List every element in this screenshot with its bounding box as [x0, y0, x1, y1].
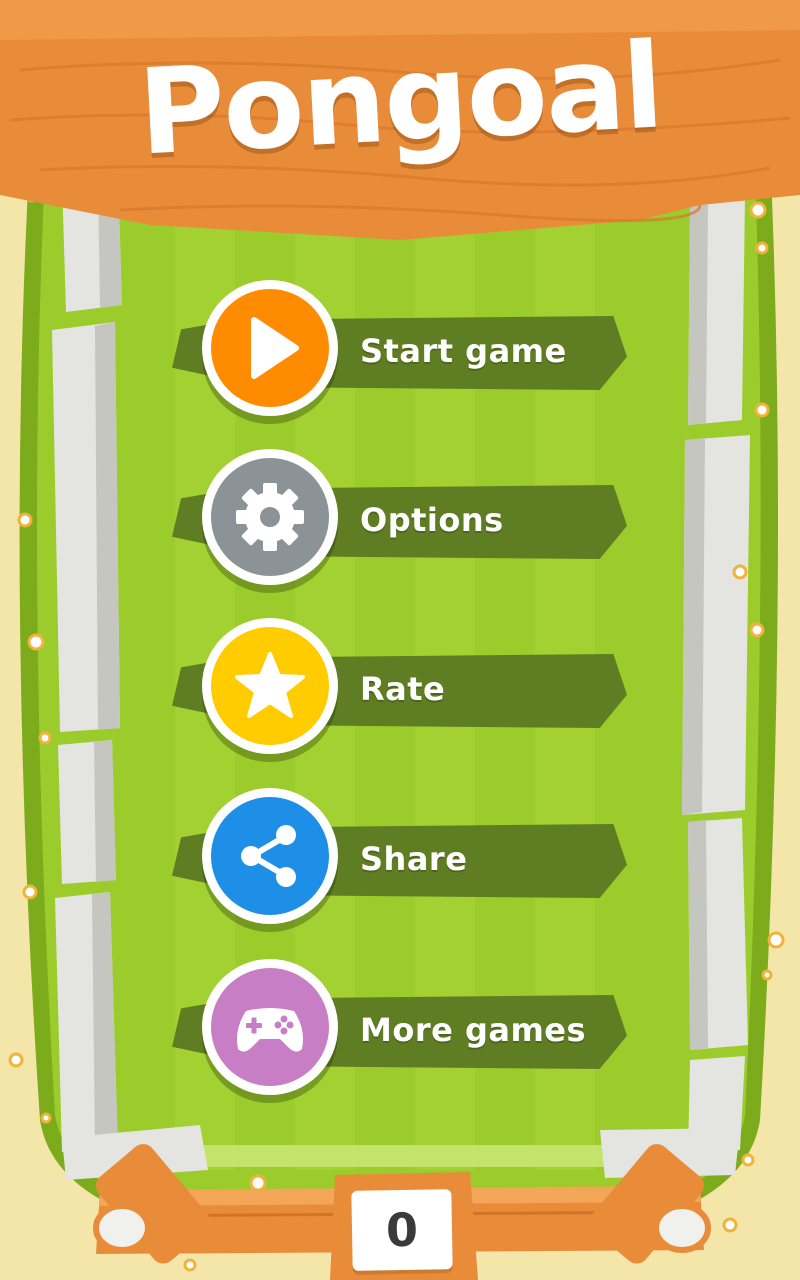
share-icon [241, 825, 296, 887]
options-icon-badge [202, 449, 338, 585]
start-game-label: Start game [360, 332, 567, 370]
star-icon [235, 652, 305, 718]
share-label: Share [360, 840, 468, 878]
play-icon [251, 317, 299, 379]
more-games-button[interactable]: More games [172, 957, 632, 1097]
more-games-icon-badge [202, 959, 338, 1095]
rate-button[interactable]: Rate [172, 616, 632, 756]
start-game-icon-badge [202, 280, 338, 416]
rate-icon-badge [202, 618, 338, 754]
start-game-button[interactable]: Start game [172, 278, 632, 418]
gear-icon [236, 483, 304, 551]
rate-label: Rate [360, 670, 446, 708]
more-games-label: More games [360, 1011, 587, 1049]
options-button[interactable]: Options [172, 447, 632, 587]
gamepad-icon [237, 1008, 303, 1052]
share-icon-badge [202, 788, 338, 924]
score-display: 0 [351, 1189, 453, 1271]
options-label: Options [360, 501, 504, 539]
share-button[interactable]: Share [172, 786, 632, 926]
